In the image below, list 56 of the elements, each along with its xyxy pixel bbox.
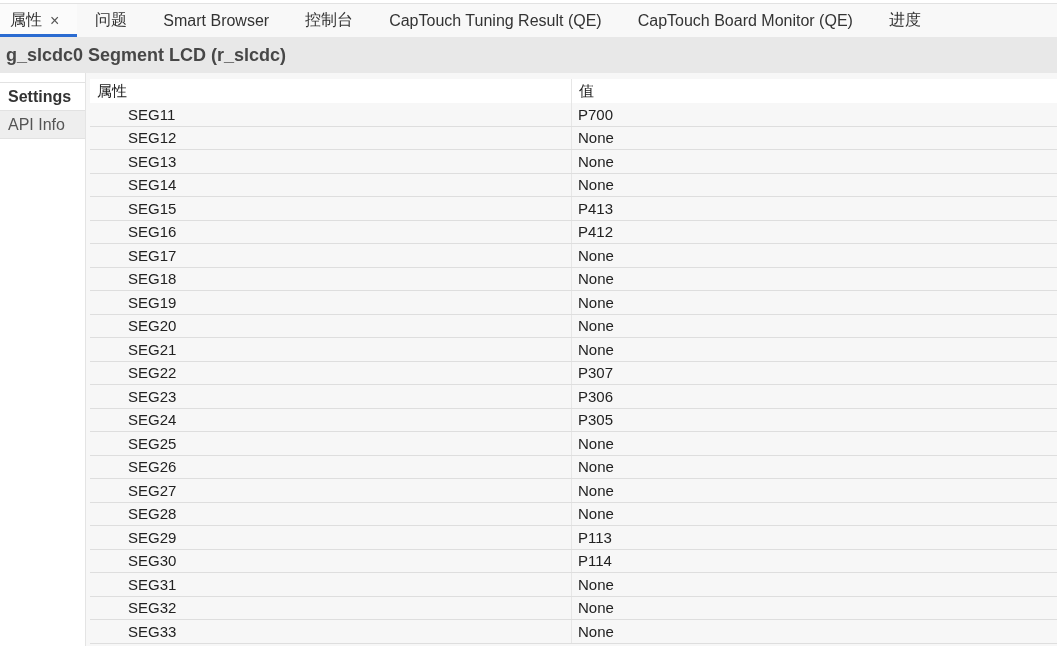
property-name: SEG28 [127, 504, 178, 525]
property-name: SEG24 [127, 410, 178, 431]
view-tab[interactable]: 进度 [870, 4, 939, 37]
property-name: SEG27 [127, 480, 178, 501]
property-name: SEG29 [127, 527, 178, 548]
property-value: P700 [571, 103, 1057, 126]
property-value: None [571, 455, 1057, 478]
property-name: SEG20 [127, 316, 178, 337]
view-tab[interactable]: Smart Browser [145, 4, 288, 37]
property-name: SEG18 [127, 269, 178, 290]
property-value: None [571, 173, 1057, 196]
property-name: SEG30 [127, 551, 178, 572]
property-name: SEG23 [127, 386, 178, 407]
view-tab[interactable]: CapTouch Tuning Result (QE) [371, 4, 620, 37]
editor-title: g_slcdc0 Segment LCD (r_slcdc) [6, 44, 287, 66]
property-name: SEG12 [127, 128, 178, 149]
property-value: P412 [571, 220, 1057, 243]
property-name: SEG11 [127, 104, 177, 125]
property-value: None [571, 244, 1057, 267]
property-value: P114 [571, 549, 1057, 572]
property-name: SEG17 [127, 245, 178, 266]
property-name: SEG13 [127, 151, 178, 172]
property-value: None [571, 314, 1057, 337]
property-value: None [571, 291, 1057, 314]
property-name: SEG31 [127, 574, 178, 595]
view-tab[interactable]: 问题 [77, 4, 146, 37]
property-value: None [571, 338, 1057, 361]
property-name: SEG19 [127, 292, 178, 313]
property-value: None [571, 126, 1057, 149]
view-tab[interactable]: 控制台 [287, 4, 372, 37]
view-tab[interactable]: CapTouch Board Monitor (QE) [619, 4, 871, 37]
property-name: SEG16 [127, 222, 178, 243]
property-value: P305 [571, 408, 1057, 431]
property-name: SEG21 [127, 339, 178, 360]
property-value: P413 [571, 197, 1057, 220]
property-value: None [571, 267, 1057, 290]
property-value: P306 [571, 385, 1057, 408]
property-name: SEG26 [127, 457, 178, 478]
property-value: None [571, 150, 1057, 173]
property-value: None [571, 502, 1057, 525]
property-value: None [571, 432, 1057, 455]
property-name: SEG25 [127, 433, 178, 454]
property-value: P113 [571, 526, 1057, 549]
property-value: None [571, 596, 1057, 619]
property-name: SEG33 [127, 621, 178, 642]
property-value: None [571, 620, 1057, 643]
property-name: SEG32 [127, 598, 178, 619]
close-button[interactable]: × [50, 12, 60, 29]
column-header: 属性 [96, 80, 128, 101]
property-name: SEG14 [127, 175, 178, 196]
property-value: P307 [571, 361, 1057, 384]
property-value: None [571, 479, 1057, 502]
property-name: SEG22 [127, 363, 178, 384]
side-tab[interactable]: API Info [0, 110, 85, 139]
property-name: SEG15 [127, 198, 178, 219]
property-value: None [571, 573, 1057, 596]
